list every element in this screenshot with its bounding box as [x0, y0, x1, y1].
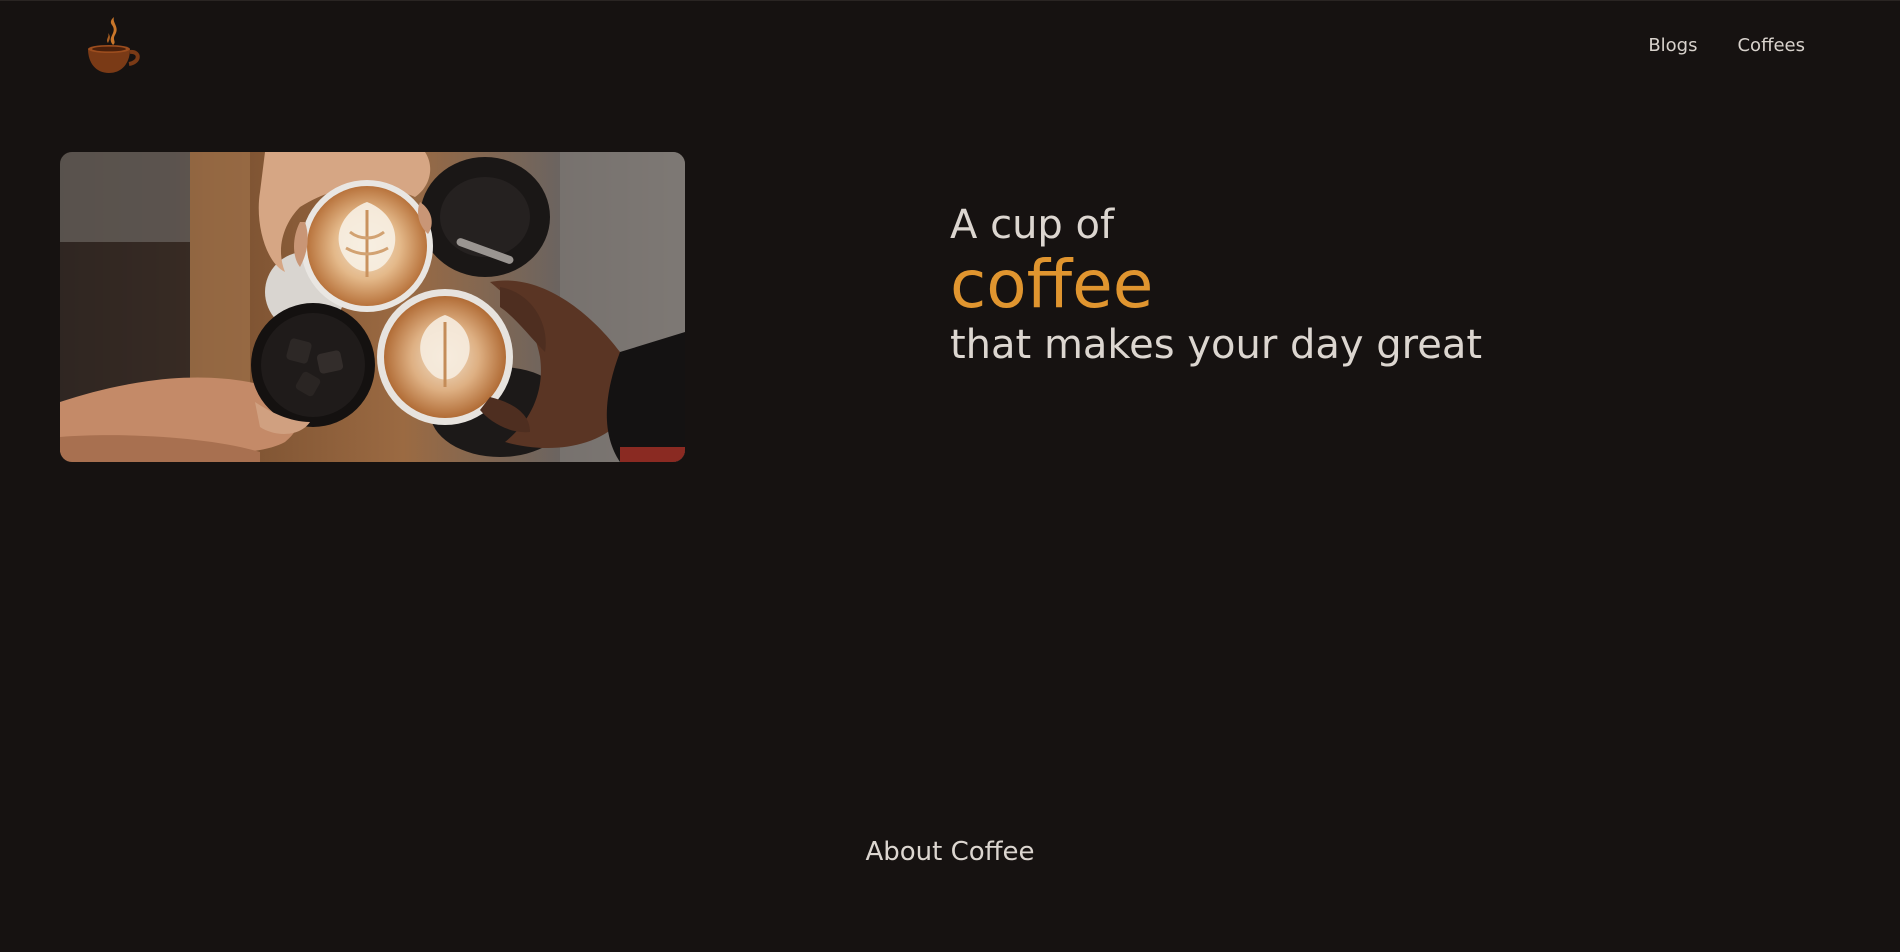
nav-blogs-link[interactable]: Blogs — [1648, 35, 1697, 56]
hero-image — [60, 152, 685, 462]
hero-line-1: A cup of — [950, 202, 1115, 248]
hero-line-3: that makes your day great — [950, 322, 1483, 368]
hero-headline: A cup of coffee that makes your day grea… — [950, 199, 1482, 371]
coffee-cheers-photo — [60, 152, 685, 462]
main-nav: Blogs Coffees — [1648, 35, 1805, 56]
hero-line-2: coffee — [950, 246, 1154, 323]
about-coffee-heading: About Coffee — [865, 837, 1035, 867]
coffee-cup-icon[interactable] — [84, 15, 144, 77]
nav-coffees-link[interactable]: Coffees — [1737, 35, 1805, 56]
page: Blogs Coffees A cup of coffee that makes… — [0, 0, 1900, 952]
